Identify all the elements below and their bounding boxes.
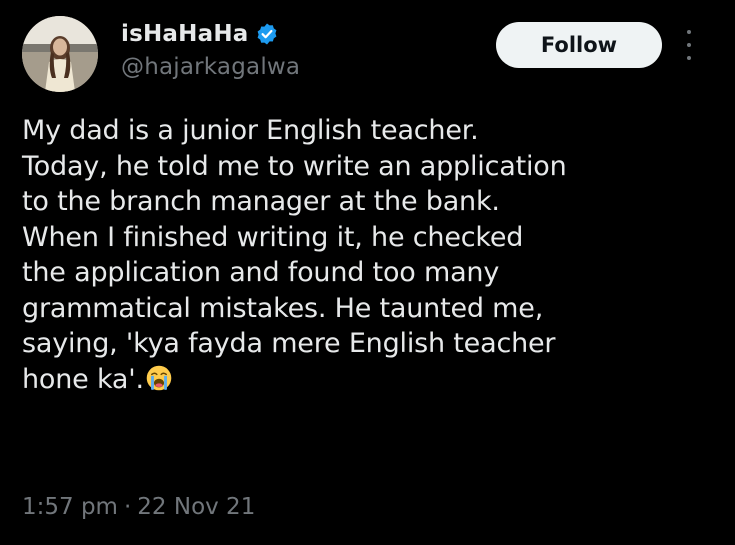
more-dot xyxy=(687,30,691,34)
tweet-text-line: My dad is a junior English teacher. xyxy=(22,115,479,146)
tweet-text-line: grammatical mistakes. He taunted me, xyxy=(22,292,544,324)
timestamp-separator: · xyxy=(123,494,132,520)
tweet-card: isHaHaHa @hajarkagalwa Follow My dad is … xyxy=(0,0,735,545)
more-dot xyxy=(687,43,691,47)
more-horizontal-icon[interactable] xyxy=(683,30,695,60)
tweet-text-line: to the branch manager at the bank. xyxy=(22,186,500,217)
loudly-crying-face-icon xyxy=(146,365,172,390)
avatar-image xyxy=(22,16,98,92)
tweet-text-line: the application and found too many xyxy=(22,257,500,288)
author-info: isHaHaHa @hajarkagalwa xyxy=(121,16,300,80)
tweet-text-line: When I finished writing it, he checked xyxy=(22,221,524,253)
tweet-text-line: hone ka'. xyxy=(22,363,144,395)
tweet-date[interactable]: 22 Nov 21 xyxy=(137,494,255,520)
display-name[interactable]: isHaHaHa xyxy=(121,21,248,47)
tweet-text: My dad is a junior English teacher. Toda… xyxy=(22,113,722,397)
tweet-timestamp: 1:57 pm · 22 Nov 21 xyxy=(22,494,255,520)
tweet-text-last-line: hone ka'. xyxy=(22,362,722,398)
tweet-time[interactable]: 1:57 pm xyxy=(22,494,118,520)
author-handle[interactable]: @hajarkagalwa xyxy=(121,54,300,80)
verified-badge-icon[interactable] xyxy=(255,22,279,46)
follow-button[interactable]: Follow xyxy=(496,22,662,68)
tweet-text-line: Today, he told me to write an applicatio… xyxy=(22,150,567,182)
avatar[interactable] xyxy=(22,16,98,92)
more-dot xyxy=(687,56,691,60)
display-name-row: isHaHaHa xyxy=(121,16,300,52)
tweet-text-line: saying, 'kya fayda mere English teacher xyxy=(22,328,556,359)
